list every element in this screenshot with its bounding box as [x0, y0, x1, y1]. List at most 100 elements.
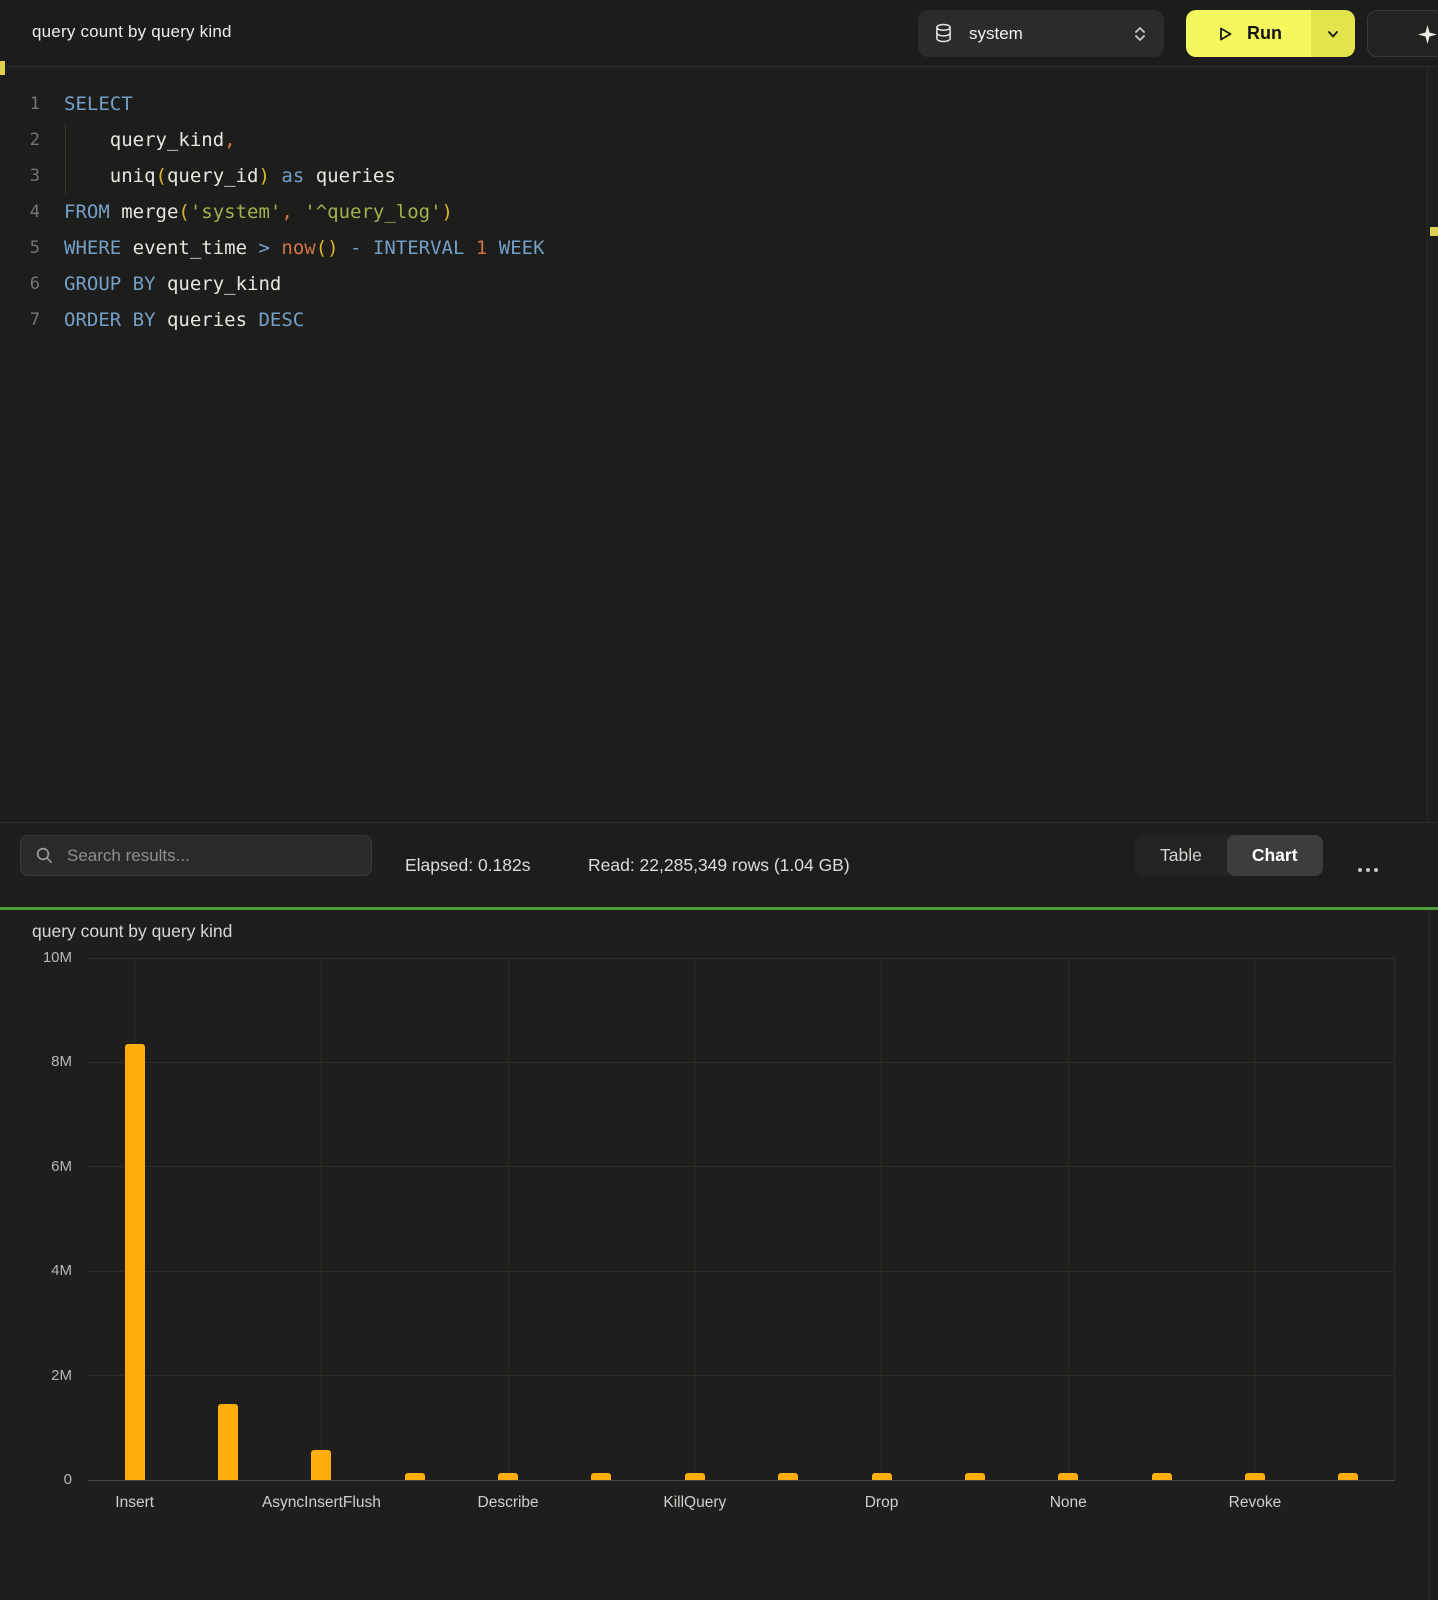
code-token: query_id: [167, 165, 259, 187]
code-token: ,: [281, 201, 304, 223]
chart-bar: [1245, 1473, 1265, 1480]
chart-bar: [498, 1473, 518, 1480]
code-line: 2 query_kind,: [0, 122, 1438, 158]
chart-bar: [405, 1473, 425, 1480]
code-token: queries: [316, 165, 396, 187]
chart-bar: [1058, 1473, 1078, 1480]
line-number: 2: [0, 130, 40, 150]
code-token: [64, 165, 110, 187]
read-stat: Read: 22,285,349 rows (1.04 GB): [588, 823, 850, 908]
code-text: ORDER BY queries DESC: [64, 309, 304, 331]
chart-bar: [685, 1473, 705, 1480]
code-token: merge: [121, 201, 178, 223]
y-axis-label: 6M: [12, 1158, 72, 1175]
code-line: 5WHERE event_time > now() - INTERVAL 1 W…: [0, 230, 1438, 266]
y-axis-label: 10M: [12, 949, 72, 966]
x-axis-label: Drop: [865, 1494, 899, 1512]
chart-panel: query count by query kind 02M4M6M8M10MIn…: [0, 910, 1438, 1600]
search-box: [20, 835, 372, 876]
play-icon: [1215, 24, 1235, 44]
x-axis-label: AsyncInsertFlush: [262, 1494, 381, 1512]
code-token: - INTERVAL: [339, 237, 476, 259]
tab-table[interactable]: Table: [1135, 835, 1227, 876]
code-token: DESC: [258, 309, 304, 331]
code-token: query_kind: [110, 129, 224, 151]
code-token: (: [156, 165, 167, 187]
line-number: 1: [0, 94, 40, 114]
run-button-group: Run: [1186, 10, 1355, 57]
gridline-h: [88, 1271, 1395, 1272]
code-text: SELECT: [64, 93, 133, 115]
chevron-down-icon: [1325, 26, 1341, 42]
chart-title: query count by query kind: [32, 921, 232, 942]
gridline-v: [694, 958, 695, 1480]
gridline-v: [1254, 958, 1255, 1480]
search-input[interactable]: [65, 845, 356, 867]
run-button[interactable]: Run: [1186, 10, 1311, 57]
code-token: FROM: [64, 201, 121, 223]
query-title: query count by query kind: [32, 22, 232, 42]
x-axis-label: Revoke: [1229, 1494, 1282, 1512]
code-token: >: [258, 237, 281, 259]
chart-bar: [872, 1473, 892, 1480]
line-number: 7: [0, 310, 40, 330]
database-icon: [934, 23, 953, 44]
code-token: now: [281, 237, 315, 259]
code-line: 3 uniq(query_id) as queries: [0, 158, 1438, 194]
gridline-h: [88, 958, 1395, 959]
code-line: 1 SELECT: [0, 86, 1438, 122]
run-options-dropdown-button[interactable]: [1311, 10, 1355, 57]
chart-bar: [218, 1404, 238, 1480]
y-axis-label: 2M: [12, 1367, 72, 1384]
line-number: 5: [0, 238, 40, 258]
bar-chart-plot: 02M4M6M8M10MInsertAsyncInsertFlushDescri…: [88, 958, 1395, 1480]
code-token: 1: [476, 237, 487, 259]
code-text: query_kind,: [64, 129, 236, 151]
code-token: (): [316, 237, 339, 259]
code-token: WHERE: [64, 237, 133, 259]
chart-bar: [778, 1473, 798, 1480]
code-token: queries: [167, 309, 259, 331]
view-toggle: Table Chart: [1135, 835, 1323, 876]
panel-scrollbar[interactable]: [1429, 910, 1430, 1600]
more-menu-button[interactable]: [1352, 861, 1384, 879]
gridline-h: [88, 1480, 1395, 1481]
results-toolbar: Elapsed: 0.182s Read: 22,285,349 rows (1…: [0, 822, 1438, 907]
code-token: WEEK: [487, 237, 544, 259]
ellipsis-icon: [1357, 867, 1379, 873]
y-axis-label: 0: [12, 1471, 72, 1488]
code-token: as: [270, 165, 316, 187]
tab-chart[interactable]: Chart: [1227, 835, 1323, 876]
code-token: uniq: [110, 165, 156, 187]
sql-editor[interactable]: 1SELECT2 query_kind,3 uniq(query_id) as …: [0, 68, 1438, 822]
code-line: 6 GROUP BY query_kind: [0, 266, 1438, 302]
gridline-v: [321, 958, 322, 1480]
run-button-label: Run: [1247, 23, 1282, 44]
code-token: ): [259, 165, 270, 187]
code-text: GROUP BY query_kind: [64, 273, 281, 295]
assistant-button[interactable]: [1367, 10, 1438, 57]
gridline-v: [1394, 958, 1395, 1480]
editor-scrollbar[interactable]: [1427, 68, 1438, 822]
database-selector[interactable]: system: [918, 10, 1164, 57]
code-line: 4 FROM merge('system', '^query_log'): [0, 194, 1438, 230]
code-token: query_kind: [167, 273, 281, 295]
line-number: 4: [0, 202, 40, 222]
chart-bar: [1152, 1473, 1172, 1480]
code-line: 7 ORDER BY queries DESC: [0, 302, 1438, 338]
database-selector-value: system: [969, 24, 1023, 44]
line-number: 6: [0, 274, 40, 294]
gridline-v: [1068, 958, 1069, 1480]
code-token: '^query_log': [304, 201, 441, 223]
chart-bar: [965, 1473, 985, 1480]
x-axis-label: Insert: [115, 1494, 154, 1512]
elapsed-stat: Elapsed: 0.182s: [405, 823, 531, 908]
code-text: FROM merge('system', '^query_log'): [64, 201, 453, 223]
code-token: (: [178, 201, 189, 223]
code-text: uniq(query_id) as queries: [64, 165, 396, 187]
sql-console-window: query count by query kind system: [0, 0, 1438, 1600]
code-token: [64, 129, 110, 151]
chevron-updown-icon: [1132, 24, 1148, 44]
chart-bar: [311, 1450, 331, 1480]
gridline-v: [508, 958, 509, 1480]
